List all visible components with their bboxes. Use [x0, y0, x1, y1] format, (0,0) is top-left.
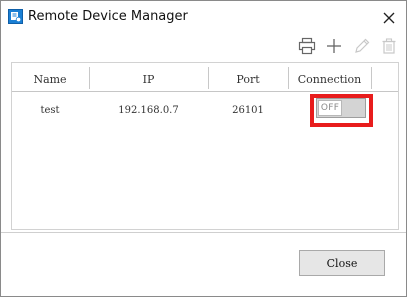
title-bar: Remote Device Manager [1, 1, 406, 34]
add-icon[interactable] [324, 36, 344, 56]
close-icon[interactable] [378, 7, 400, 29]
remote-device-manager-dialog: Remote Device Manager Name IP Port Conne… [0, 0, 407, 297]
column-header-name[interactable]: Name [12, 67, 88, 91]
cell-name: test [40, 104, 60, 116]
column-header-ip[interactable]: IP [90, 67, 207, 91]
edit-icon[interactable] [352, 36, 372, 56]
table-header: Name IP Port Connection [12, 67, 398, 91]
print-icon[interactable] [297, 36, 317, 56]
connection-toggle[interactable]: OFF [316, 98, 366, 118]
window-title: Remote Device Manager [28, 9, 188, 24]
column-header-connection[interactable]: Connection [289, 67, 370, 91]
column-header-port[interactable]: Port [209, 67, 287, 91]
toggle-state-label: OFF [318, 100, 342, 116]
column-divider[interactable] [371, 67, 372, 89]
close-button[interactable]: Close [299, 250, 385, 276]
cell-port: 26101 [232, 104, 264, 116]
device-manager-icon [8, 9, 23, 24]
delete-icon[interactable] [379, 36, 399, 56]
footer-divider [1, 232, 406, 233]
cell-ip: 192.168.0.7 [118, 104, 179, 116]
device-table: Name IP Port Connection test 192.168.0.7… [11, 62, 399, 230]
header-underline [12, 91, 398, 92]
